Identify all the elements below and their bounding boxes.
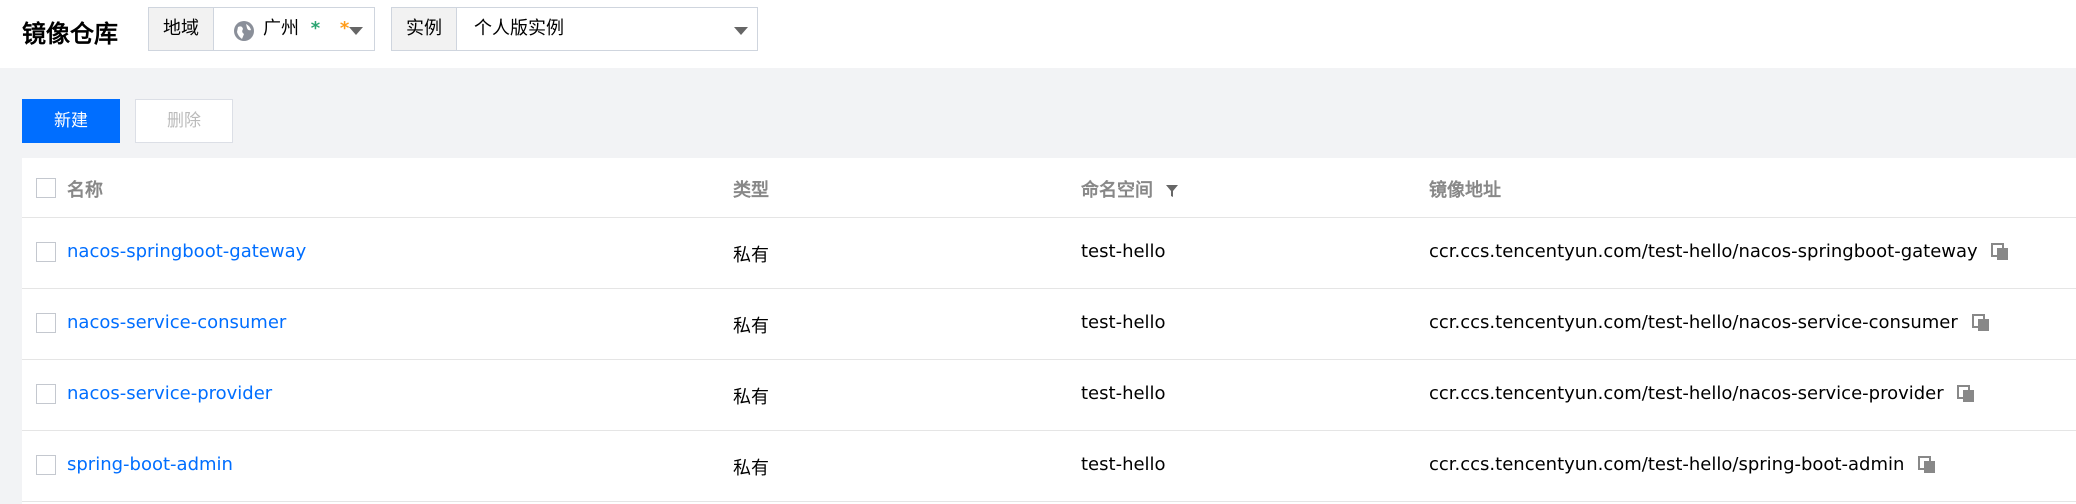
region-star-green: * [310, 18, 321, 39]
repo-address-text: ccr.ccs.tencentyun.com/test-hello/nacos-… [1429, 312, 1958, 333]
instance-select[interactable]: 实例 个人版实例 [391, 7, 758, 51]
column-header-address: 镜像地址 [1429, 180, 1501, 201]
table-header: 名称 类型 命名空间 镜像地址 [22, 158, 2076, 218]
repo-address: ccr.ccs.tencentyun.com/test-hello/nacos-… [1429, 241, 2009, 262]
chevron-down-icon [734, 27, 748, 35]
table-row: nacos-springboot-gateway 私有 test-hello c… [22, 218, 2076, 289]
new-button[interactable]: 新建 [22, 99, 120, 143]
table-row: nacos-service-consumer 私有 test-hello ccr… [22, 289, 2076, 360]
column-header-namespace: 命名空间 [1081, 176, 1179, 202]
repo-name-link[interactable]: nacos-service-consumer [67, 312, 286, 333]
row-checkbox[interactable] [36, 384, 56, 404]
repo-address: ccr.ccs.tencentyun.com/test-hello/nacos-… [1429, 383, 1975, 404]
copy-icon[interactable] [1991, 243, 2009, 261]
region-select[interactable]: 地域 广州 * * [148, 7, 375, 51]
row-checkbox[interactable] [36, 455, 56, 475]
repo-address: ccr.ccs.tencentyun.com/test-hello/nacos-… [1429, 312, 1990, 333]
delete-button[interactable]: 删除 [135, 99, 233, 143]
repo-address-text: ccr.ccs.tencentyun.com/test-hello/nacos-… [1429, 241, 1978, 262]
column-header-name: 名称 [67, 180, 103, 201]
page-title: 镜像仓库 [22, 20, 118, 48]
copy-icon[interactable] [1918, 456, 1936, 474]
select-all-checkbox[interactable] [36, 178, 56, 198]
repo-name-link[interactable]: spring-boot-admin [67, 454, 233, 475]
repo-type: 私有 [733, 458, 769, 479]
repo-namespace: test-hello [1081, 241, 1166, 262]
filter-icon[interactable] [1165, 184, 1179, 198]
repository-table: 名称 类型 命名空间 镜像地址 nacos-springboot-gateway… [22, 158, 2076, 504]
repo-type: 私有 [733, 245, 769, 266]
repo-namespace: test-hello [1081, 383, 1166, 404]
chevron-down-icon [349, 27, 363, 35]
repo-name-link[interactable]: nacos-springboot-gateway [67, 241, 306, 262]
table-row: spring-boot-admin 私有 test-hello ccr.ccs.… [22, 431, 2076, 502]
region-label: 地域 [149, 8, 214, 50]
repo-address: ccr.ccs.tencentyun.com/test-hello/spring… [1429, 454, 1936, 475]
instance-value: 个人版实例 [474, 18, 564, 39]
column-header-type: 类型 [733, 180, 769, 201]
globe-icon [234, 21, 254, 41]
region-name: 广州 [263, 18, 299, 39]
column-header-namespace-label: 命名空间 [1081, 180, 1153, 201]
instance-label: 实例 [392, 8, 457, 50]
copy-icon[interactable] [1971, 314, 1990, 332]
repo-address-text: ccr.ccs.tencentyun.com/test-hello/nacos-… [1429, 383, 1944, 404]
repo-address-text: ccr.ccs.tencentyun.com/test-hello/spring… [1429, 454, 1905, 475]
table-row: nacos-service-provider 私有 test-hello ccr… [22, 360, 2076, 431]
row-checkbox[interactable] [36, 313, 56, 333]
region-value: 广州 * * [263, 8, 349, 50]
repo-namespace: test-hello [1081, 454, 1166, 475]
repo-name-link[interactable]: nacos-service-provider [67, 383, 272, 404]
repo-type: 私有 [733, 387, 769, 408]
repo-namespace: test-hello [1081, 312, 1166, 333]
copy-icon[interactable] [1957, 385, 1975, 403]
repo-type: 私有 [733, 316, 769, 337]
region-star-orange: * [339, 18, 350, 39]
top-header: 镜像仓库 地域 广州 * * 实例 个人版实例 [0, 0, 2076, 68]
row-checkbox[interactable] [36, 242, 56, 262]
